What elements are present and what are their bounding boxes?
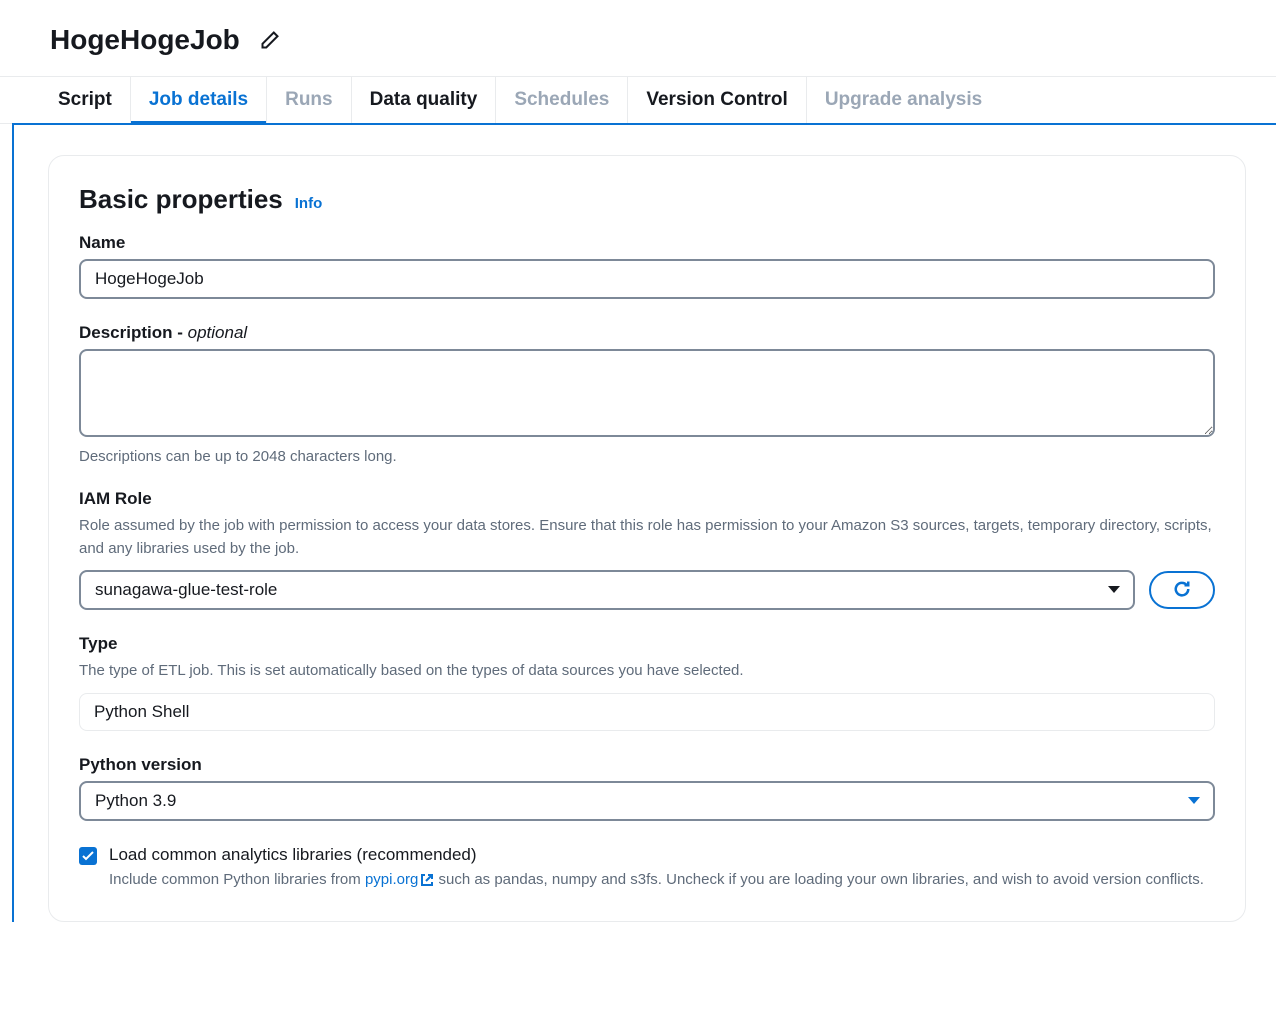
name-input[interactable]	[79, 259, 1215, 299]
refresh-button[interactable]	[1149, 571, 1215, 609]
python-version-label: Python version	[79, 755, 1215, 775]
basic-properties-panel: Basic properties Info Name Description -…	[48, 155, 1246, 922]
python-version-select[interactable]: Python 3.9	[79, 781, 1215, 821]
content-wrapper: Basic properties Info Name Description -…	[12, 123, 1276, 922]
description-optional: optional	[188, 323, 248, 342]
load-libs-content: Load common analytics libraries (recomme…	[109, 845, 1215, 892]
page-title: HogeHogeJob	[50, 24, 240, 56]
load-libs-label: Load common analytics libraries (recomme…	[109, 845, 1215, 865]
load-libs-description: Include common Python libraries from pyp…	[109, 869, 1215, 892]
edit-icon[interactable]	[260, 30, 280, 50]
iam-role-description: Role assumed by the job with permission …	[79, 515, 1215, 560]
pypi-link[interactable]: pypi.org	[365, 871, 434, 888]
check-icon	[82, 848, 94, 864]
description-textarea[interactable]	[79, 349, 1215, 437]
type-select-wrapper: Python Shell	[79, 693, 1215, 731]
load-libs-row: Load common analytics libraries (recomme…	[79, 845, 1215, 892]
load-libs-desc-suffix: such as pandas, numpy and s3fs. Uncheck …	[434, 871, 1204, 888]
tab-upgrade-analysis: Upgrade analysis	[807, 77, 1000, 123]
description-label-text: Description -	[79, 323, 188, 342]
info-link[interactable]: Info	[295, 195, 323, 212]
panel-header: Basic properties Info	[79, 184, 1215, 215]
form-group-iam-role: IAM Role Role assumed by the job with pe…	[79, 489, 1215, 610]
iam-role-select-wrapper: sunagawa-glue-test-role	[79, 570, 1135, 610]
iam-role-row: sunagawa-glue-test-role	[79, 570, 1215, 610]
iam-role-select[interactable]: sunagawa-glue-test-role	[79, 570, 1135, 610]
type-select: Python Shell	[79, 693, 1215, 731]
form-group-description: Description - optional Descriptions can …	[79, 323, 1215, 465]
tab-schedules: Schedules	[496, 77, 628, 123]
panel-title: Basic properties	[79, 184, 283, 215]
pypi-link-text: pypi.org	[365, 871, 418, 888]
tab-data-quality[interactable]: Data quality	[352, 77, 497, 123]
tab-version-control[interactable]: Version Control	[628, 77, 806, 123]
tabs-container: Script Job details Runs Data quality Sch…	[0, 77, 1276, 124]
page-header: HogeHogeJob	[0, 0, 1276, 77]
external-link-icon	[420, 873, 434, 887]
tab-runs: Runs	[267, 77, 352, 123]
type-label: Type	[79, 634, 1215, 654]
python-version-select-wrapper: Python 3.9	[79, 781, 1215, 821]
type-description: The type of ETL job. This is set automat…	[79, 660, 1215, 683]
load-libs-desc-prefix: Include common Python libraries from	[109, 871, 365, 888]
description-help: Descriptions can be up to 2048 character…	[79, 448, 1215, 465]
refresh-icon	[1172, 579, 1192, 602]
form-group-type: Type The type of ETL job. This is set au…	[79, 634, 1215, 731]
tab-script[interactable]: Script	[40, 77, 131, 123]
form-group-python-version: Python version Python 3.9	[79, 755, 1215, 821]
form-group-name: Name	[79, 233, 1215, 299]
tab-job-details[interactable]: Job details	[131, 77, 267, 123]
load-libs-checkbox[interactable]	[79, 847, 97, 865]
iam-role-label: IAM Role	[79, 489, 1215, 509]
name-label: Name	[79, 233, 1215, 253]
description-label: Description - optional	[79, 323, 1215, 343]
